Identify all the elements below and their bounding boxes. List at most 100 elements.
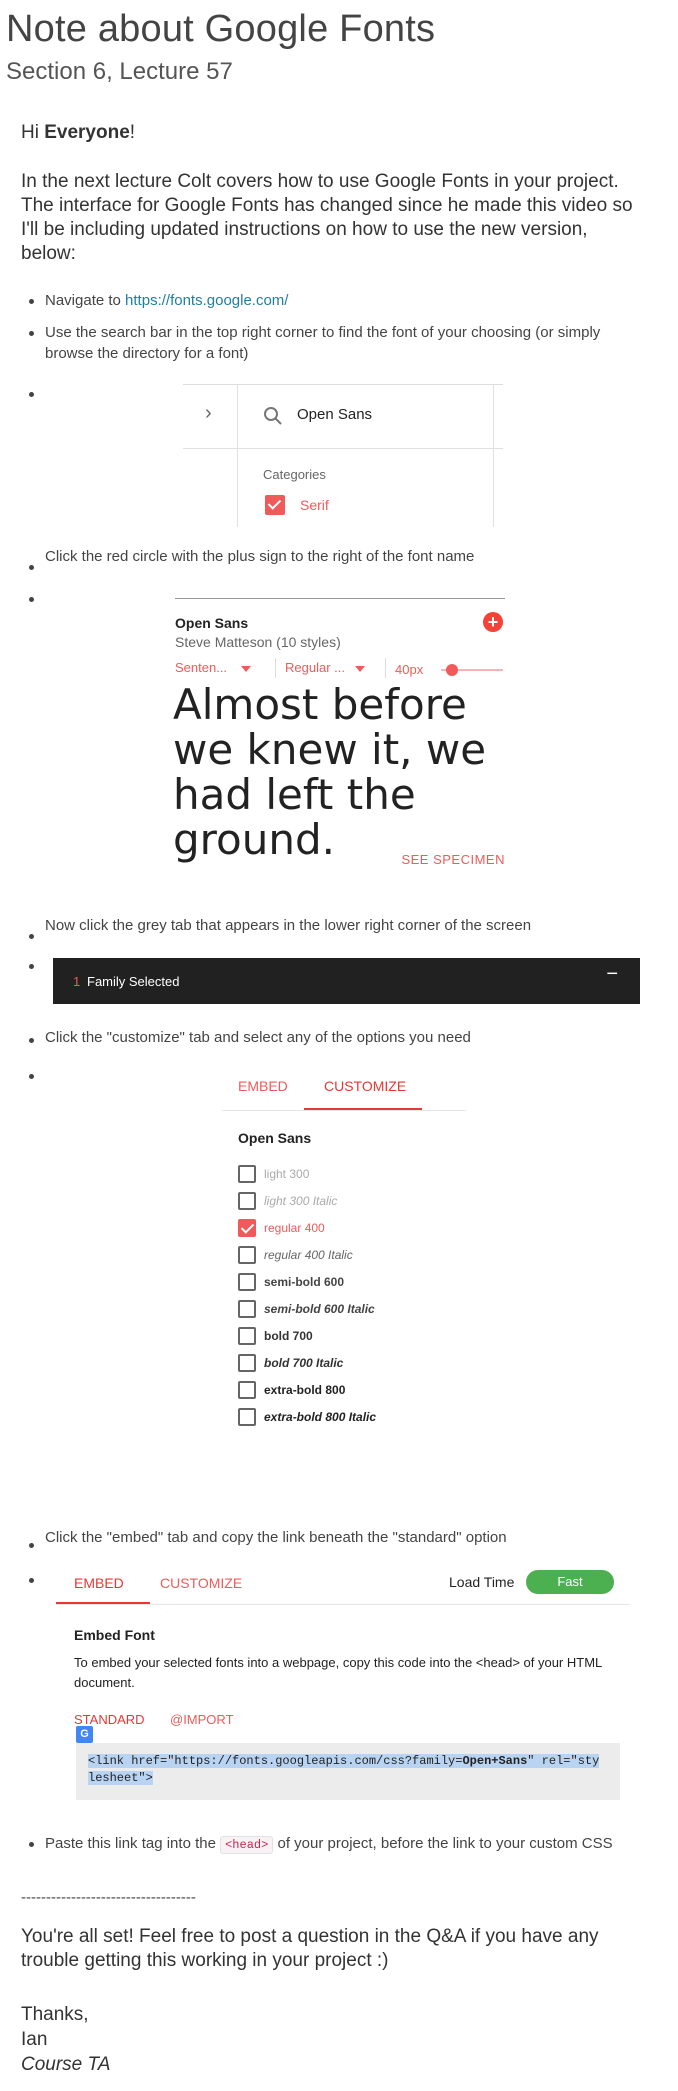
font-card-screenshot: Open Sans Steve Matteson (10 styles) + S… <box>173 596 509 878</box>
step-customize: Click the "customize" tab and select any… <box>45 1029 471 1046</box>
style-checkbox[interactable] <box>238 1192 256 1210</box>
style-checkbox[interactable] <box>238 1354 256 1372</box>
bullet <box>29 565 34 570</box>
see-specimen-link[interactable]: SEE SPECIMEN <box>401 852 505 867</box>
chevron-right-icon[interactable]: › <box>205 402 212 425</box>
divider-line: ----------------------------------- <box>21 1889 196 1906</box>
style-option-label: light 300 <box>264 1167 310 1181</box>
style-option-row[interactable]: extra-bold 800 <box>238 1381 345 1401</box>
style-option-label: semi-bold 600 <box>264 1275 345 1289</box>
step-embed: Click the "embed" tab and copy the link … <box>45 1529 507 1546</box>
step-paste: Paste this link tag into the <head> of y… <box>45 1833 645 1856</box>
style-option-label: light 300 Italic <box>264 1194 338 1208</box>
bullet <box>29 597 34 602</box>
style-option-row[interactable]: regular 400 Italic <box>238 1246 353 1266</box>
tab-import[interactable]: @IMPORT <box>170 1712 234 1727</box>
style-option-row[interactable]: light 300 Italic <box>238 1192 337 1212</box>
caret-down-icon <box>354 665 365 672</box>
closing-paragraph: You're all set! Feel free to post a ques… <box>21 1926 599 1971</box>
divider <box>385 658 386 678</box>
step-navigate: Navigate to https://fonts.google.com/ <box>45 290 288 311</box>
style-checkbox[interactable] <box>238 1219 256 1237</box>
style-option-row[interactable]: bold 700 Italic <box>238 1354 343 1374</box>
embed-code[interactable]: <link href="https://fonts.googleapis.com… <box>88 1753 608 1787</box>
bullet <box>29 1074 34 1079</box>
divider <box>275 658 276 678</box>
style-checkbox[interactable] <box>238 1300 256 1318</box>
style-checkbox[interactable] <box>238 1381 256 1399</box>
divider <box>222 1110 466 1111</box>
style-checkbox[interactable] <box>238 1273 256 1291</box>
style-option-row[interactable]: light 300 <box>238 1165 309 1185</box>
size-value: 40px <box>395 662 424 677</box>
style-option-label: regular 400 <box>264 1221 325 1235</box>
bullet <box>29 392 34 397</box>
search-icon <box>264 407 282 425</box>
divider <box>183 384 503 385</box>
style-option-row[interactable]: regular 400 <box>238 1219 325 1239</box>
divider <box>56 1604 630 1605</box>
bullet <box>29 1543 34 1548</box>
code-box[interactable]: <link href="https://fonts.googleapis.com… <box>76 1743 620 1800</box>
style-option-label: regular 400 Italic <box>264 1248 353 1262</box>
translate-icon[interactable]: G <box>76 1726 93 1743</box>
minimize-icon[interactable]: − <box>606 963 618 986</box>
bullet <box>29 299 34 304</box>
font-sample: Almost before we knew it, we had left th… <box>173 680 487 864</box>
embed-screenshot: EMBED CUSTOMIZE Load Time Fast Embed Fon… <box>56 1562 630 1800</box>
size-slider-thumb[interactable] <box>446 664 458 676</box>
style-option-label: bold 700 <box>264 1329 313 1343</box>
code-part: " rel="sty <box>527 1754 600 1768</box>
tab-customize[interactable]: CUSTOMIZE <box>324 1078 406 1094</box>
greeting-prefix: Hi <box>21 122 45 143</box>
style-option-row[interactable]: semi-bold 600 Italic <box>238 1300 375 1320</box>
tab-embed[interactable]: EMBED <box>74 1575 124 1591</box>
style-checkbox[interactable] <box>238 1408 256 1426</box>
family-tray[interactable]: 1 Family Selected − <box>53 958 640 1004</box>
style-option-label: bold 700 Italic <box>264 1356 344 1370</box>
style-option-row[interactable]: extra-bold 800 Italic <box>238 1408 376 1428</box>
tray-count: 1 <box>73 974 81 989</box>
head-code: <head> <box>220 1836 274 1854</box>
embed-description: To embed your selected fonts into a webp… <box>74 1655 602 1690</box>
embed-heading: Embed Font <box>74 1627 155 1643</box>
style-option-row[interactable]: semi-bold 600 <box>238 1273 344 1293</box>
style-checkbox[interactable] <box>238 1327 256 1345</box>
divider <box>237 384 238 527</box>
step-navigate-text: Navigate to <box>45 292 126 309</box>
intro-paragraph: In the next lecture Colt covers how to u… <box>21 171 633 264</box>
code-part: <link href="https://fonts.googleapis.com… <box>88 1754 463 1768</box>
greeting-name: Everyone <box>44 122 130 143</box>
thanks: Thanks, <box>21 2004 89 2025</box>
font-designer: Steve Matteson (10 styles) <box>175 634 341 650</box>
greeting-suffix: ! <box>129 122 136 143</box>
tab-customize[interactable]: CUSTOMIZE <box>160 1575 242 1591</box>
bullet <box>29 964 34 969</box>
style-option-row[interactable]: bold 700 <box>238 1327 313 1347</box>
sentence-select[interactable]: Senten... <box>175 660 252 675</box>
bullet <box>29 1578 34 1583</box>
author-role: Course TA <box>21 2054 111 2075</box>
step-paste-prefix: Paste this link tag into the <box>45 1835 221 1852</box>
search-screenshot: › Open Sans Categories Serif <box>183 382 503 527</box>
bullet <box>29 934 34 939</box>
add-family-plus-icon[interactable]: + <box>483 612 503 632</box>
sentence-select-label: Senten... <box>175 660 228 675</box>
style-checkbox[interactable] <box>238 1246 256 1264</box>
tab-standard[interactable]: STANDARD <box>74 1712 145 1727</box>
page-title: Note about Google Fonts <box>6 8 436 50</box>
google-fonts-link[interactable]: https://fonts.google.com/ <box>125 292 288 309</box>
divider <box>493 384 494 527</box>
serif-checkbox[interactable] <box>265 495 285 515</box>
search-input[interactable]: Open Sans <box>297 406 372 423</box>
tray-label: Family Selected <box>87 974 180 989</box>
load-time-label: Load Time <box>449 1574 515 1590</box>
style-select[interactable]: Regular ... <box>285 660 365 675</box>
load-time-badge: Fast <box>526 1570 614 1594</box>
code-part: lesheet"> <box>88 1771 153 1785</box>
style-checkbox[interactable] <box>238 1165 256 1183</box>
family-name: Open Sans <box>238 1130 312 1146</box>
tab-embed[interactable]: EMBED <box>238 1078 288 1094</box>
caret-down-icon <box>241 665 252 672</box>
step-search: Use the search bar in the top right corn… <box>45 324 601 362</box>
